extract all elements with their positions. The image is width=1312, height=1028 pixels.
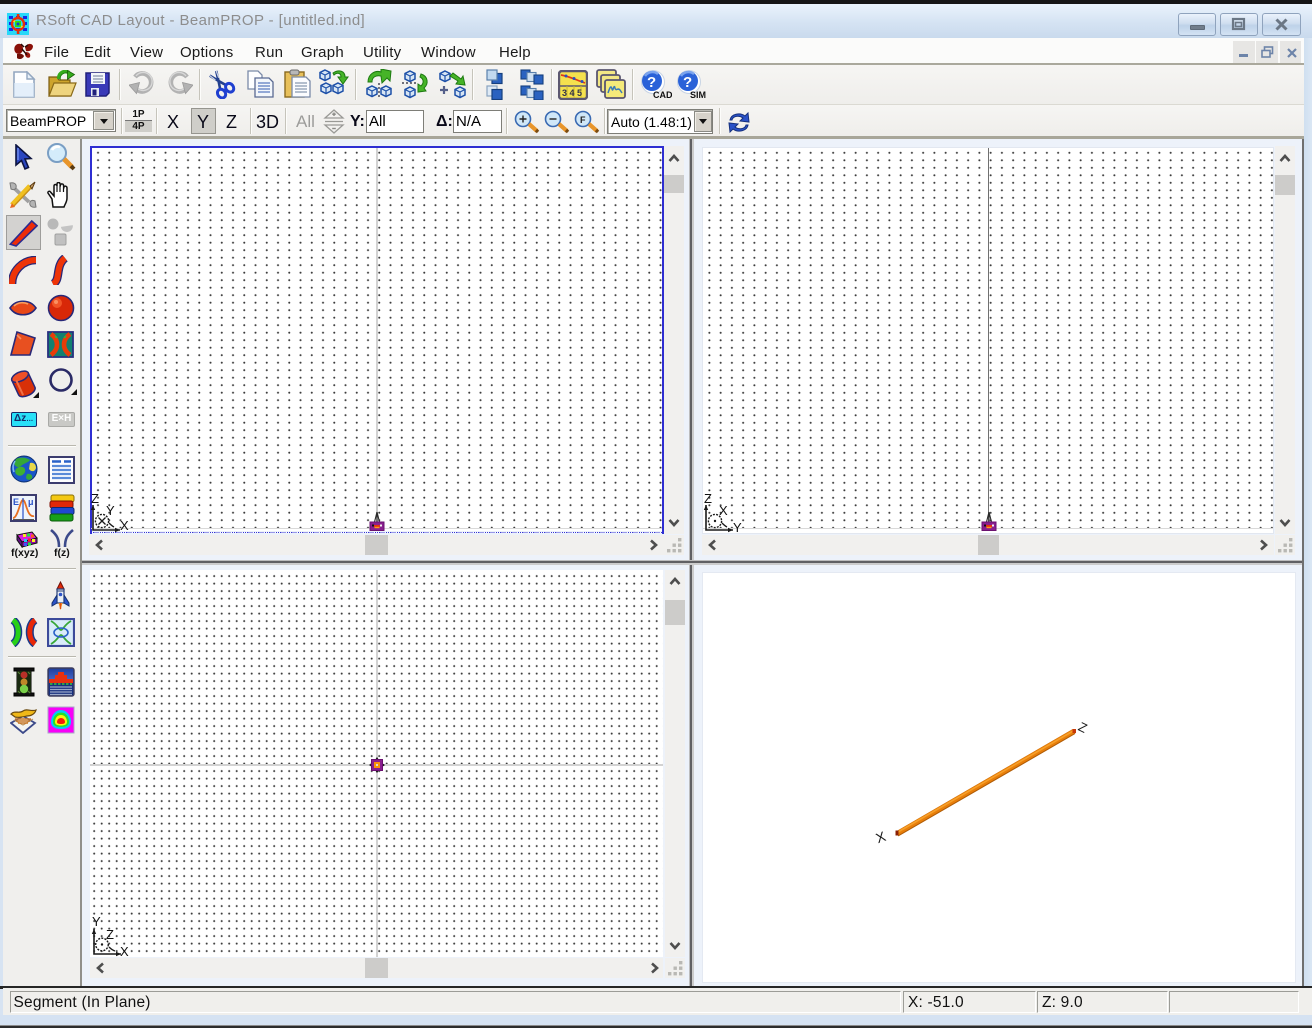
svg-text:X: X — [120, 518, 129, 533]
svg-text:Z: Z — [91, 491, 99, 506]
svg-text:Z: Z — [106, 927, 114, 942]
svg-text:X: X — [874, 828, 889, 846]
svg-text:μ: μ — [28, 497, 34, 507]
svg-text:E: E — [13, 497, 19, 507]
svg-text:SIM: SIM — [690, 90, 706, 100]
svg-text:Z: Z — [704, 491, 712, 506]
svg-text:Z: Z — [1076, 719, 1090, 736]
svg-text:?: ? — [647, 74, 656, 91]
svg-text:?: ? — [683, 74, 692, 91]
svg-text:CAD: CAD — [653, 90, 672, 100]
svg-text:Y: Y — [733, 520, 742, 534]
svg-text:X: X — [719, 503, 728, 518]
svg-text:Y: Y — [92, 914, 101, 929]
svg-text:3 4 5: 3 4 5 — [562, 88, 582, 98]
svg-text:Y: Y — [106, 503, 115, 518]
svg-text:X: X — [120, 944, 129, 957]
svg-text:F: F — [580, 115, 586, 125]
